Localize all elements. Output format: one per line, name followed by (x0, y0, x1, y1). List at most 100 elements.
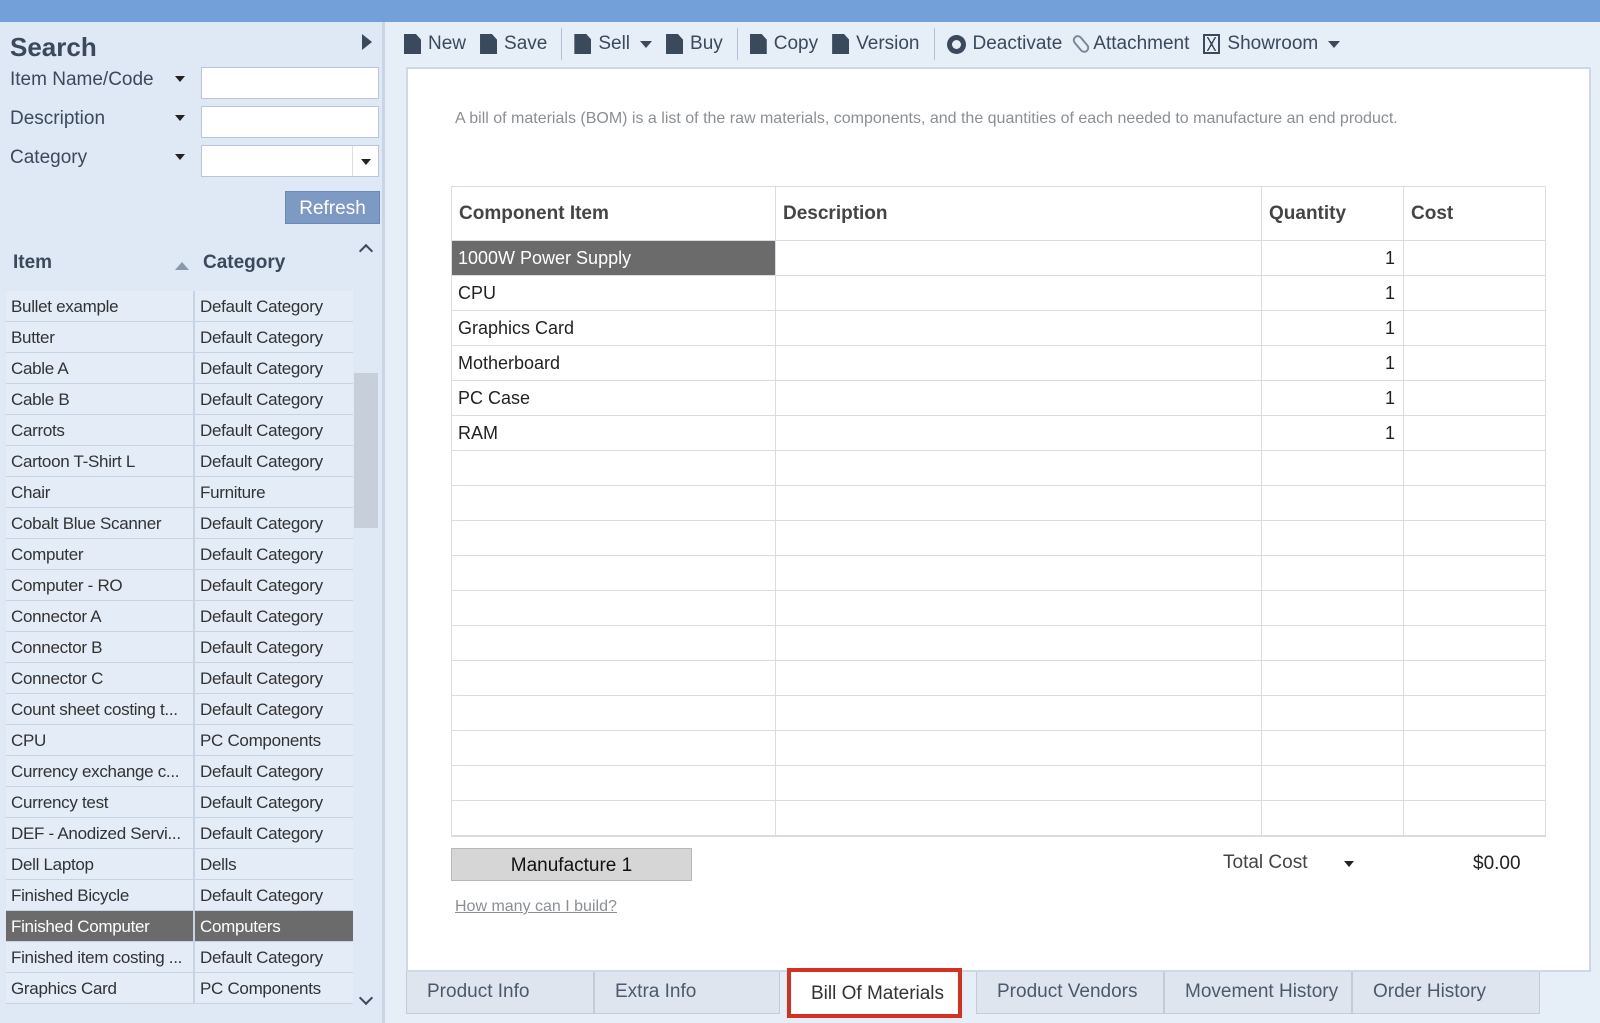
component-item-cell[interactable] (452, 766, 776, 800)
tab-movement-history[interactable]: Movement History (1164, 972, 1352, 1014)
item-name-filter-dropdown-icon[interactable] (175, 76, 185, 82)
quantity-cell[interactable] (1262, 661, 1404, 695)
category-column-header[interactable]: Category (203, 252, 285, 274)
deactivate-button[interactable]: Deactivate (946, 33, 1062, 55)
description-cell[interactable] (776, 556, 1262, 590)
list-item[interactable]: Finished Bicycle Default Category (6, 880, 353, 911)
item-column-header[interactable]: Item (13, 252, 52, 274)
description-cell[interactable] (776, 381, 1262, 415)
list-item[interactable]: Count sheet costing t... Default Category (6, 694, 353, 725)
refresh-button[interactable]: Refresh (285, 191, 380, 224)
component-item-cell[interactable] (452, 591, 776, 625)
tab-order-history[interactable]: Order History (1352, 972, 1540, 1014)
cost-cell[interactable] (1404, 626, 1545, 660)
empty-table-row[interactable] (452, 731, 1545, 766)
quantity-cell[interactable] (1262, 766, 1404, 800)
description-cell[interactable] (776, 521, 1262, 555)
list-item[interactable]: Computer - RO Default Category (6, 570, 353, 601)
list-item[interactable]: Connector A Default Category (6, 601, 353, 632)
quantity-cell[interactable] (1262, 451, 1404, 485)
manufacture-button[interactable]: Manufacture 1 (451, 848, 692, 881)
quantity-cell[interactable]: 1 (1262, 381, 1404, 415)
quantity-cell[interactable] (1262, 591, 1404, 625)
cost-cell[interactable] (1404, 556, 1545, 590)
tab-extra-info[interactable]: Extra Info (594, 972, 780, 1014)
component-item-cell[interactable] (452, 451, 776, 485)
list-item[interactable]: Butter Default Category (6, 322, 353, 353)
description-cell[interactable] (776, 766, 1262, 800)
cost-cell[interactable] (1404, 276, 1545, 310)
cost-cell[interactable] (1404, 731, 1545, 765)
empty-table-row[interactable] (452, 521, 1545, 556)
showroom-button[interactable]: Showroom (1203, 33, 1318, 55)
quantity-cell[interactable]: 1 (1262, 276, 1404, 310)
list-item[interactable]: DEF - Anodized Servi... Default Category (6, 818, 353, 849)
list-item[interactable]: Carrots Default Category (6, 415, 353, 446)
showroom-dropdown-icon[interactable] (1328, 40, 1341, 48)
quantity-cell[interactable] (1262, 486, 1404, 520)
empty-table-row[interactable] (452, 591, 1545, 626)
component-item-cell[interactable]: CPU (452, 276, 776, 310)
copy-button[interactable]: Copy (749, 33, 818, 55)
cost-cell[interactable] (1404, 451, 1545, 485)
cost-cell[interactable] (1404, 766, 1545, 800)
sort-ascending-icon[interactable] (175, 262, 189, 270)
quantity-cell[interactable]: 1 (1262, 416, 1404, 450)
cost-cell[interactable] (1404, 801, 1545, 835)
component-item-cell[interactable] (452, 661, 776, 695)
quantity-cell[interactable] (1262, 696, 1404, 730)
cost-cell[interactable] (1404, 416, 1545, 450)
list-item[interactable]: Finished item costing ... Default Categor… (6, 942, 353, 973)
cost-cell[interactable] (1404, 346, 1545, 380)
cost-cell[interactable] (1404, 241, 1545, 275)
component-item-cell[interactable] (452, 486, 776, 520)
description-cell[interactable] (776, 346, 1262, 380)
empty-table-row[interactable] (452, 556, 1545, 591)
version-button[interactable]: Version (832, 33, 920, 55)
description-cell[interactable] (776, 591, 1262, 625)
component-item-cell[interactable] (452, 556, 776, 590)
cost-cell[interactable] (1404, 311, 1545, 345)
description-input[interactable] (201, 106, 379, 138)
list-item[interactable]: CPU PC Components (6, 725, 353, 756)
cost-cell[interactable] (1404, 696, 1545, 730)
description-cell[interactable] (776, 696, 1262, 730)
scroll-thumb[interactable] (354, 373, 378, 528)
component-item-cell[interactable]: PC Case (452, 381, 776, 415)
description-cell[interactable] (776, 276, 1262, 310)
tab-bill-of-materials[interactable]: Bill Of Materials (787, 968, 962, 1018)
how-many-can-i-build-link[interactable]: How many can I build? (455, 898, 617, 916)
component-item-cell[interactable]: Graphics Card (452, 311, 776, 345)
description-column-header[interactable]: Description (776, 187, 1262, 240)
item-name-code-input[interactable] (201, 67, 379, 99)
list-item[interactable]: Finished Computer Computers (6, 911, 353, 942)
empty-table-row[interactable] (452, 451, 1545, 486)
table-row[interactable]: CPU 1 (452, 276, 1545, 311)
list-item[interactable]: Bullet example Default Category (6, 291, 353, 322)
cost-column-header[interactable]: Cost (1404, 187, 1545, 240)
component-item-cell[interactable] (452, 801, 776, 835)
component-item-cell[interactable] (452, 626, 776, 660)
cost-cell[interactable] (1404, 591, 1545, 625)
attachment-button[interactable]: Attachment (1071, 33, 1189, 55)
description-cell[interactable] (776, 241, 1262, 275)
quantity-cell[interactable] (1262, 731, 1404, 765)
empty-table-row[interactable] (452, 766, 1545, 801)
category-select[interactable] (201, 145, 379, 177)
category-filter-dropdown-icon[interactable] (175, 154, 185, 160)
empty-table-row[interactable] (452, 801, 1545, 836)
empty-table-row[interactable] (452, 661, 1545, 696)
sell-dropdown-icon[interactable] (640, 40, 653, 48)
component-item-cell[interactable] (452, 696, 776, 730)
table-row[interactable]: RAM 1 (452, 416, 1545, 451)
tab-product-vendors[interactable]: Product Vendors (976, 972, 1164, 1014)
quantity-cell[interactable]: 1 (1262, 241, 1404, 275)
description-cell[interactable] (776, 486, 1262, 520)
list-item[interactable]: Currency exchange c... Default Category (6, 756, 353, 787)
component-item-cell[interactable] (452, 731, 776, 765)
save-button[interactable]: Save (480, 33, 547, 55)
item-list-scrollbar[interactable] (354, 238, 379, 1013)
quantity-cell[interactable]: 1 (1262, 346, 1404, 380)
quantity-cell[interactable] (1262, 556, 1404, 590)
description-filter-dropdown-icon[interactable] (175, 115, 185, 121)
